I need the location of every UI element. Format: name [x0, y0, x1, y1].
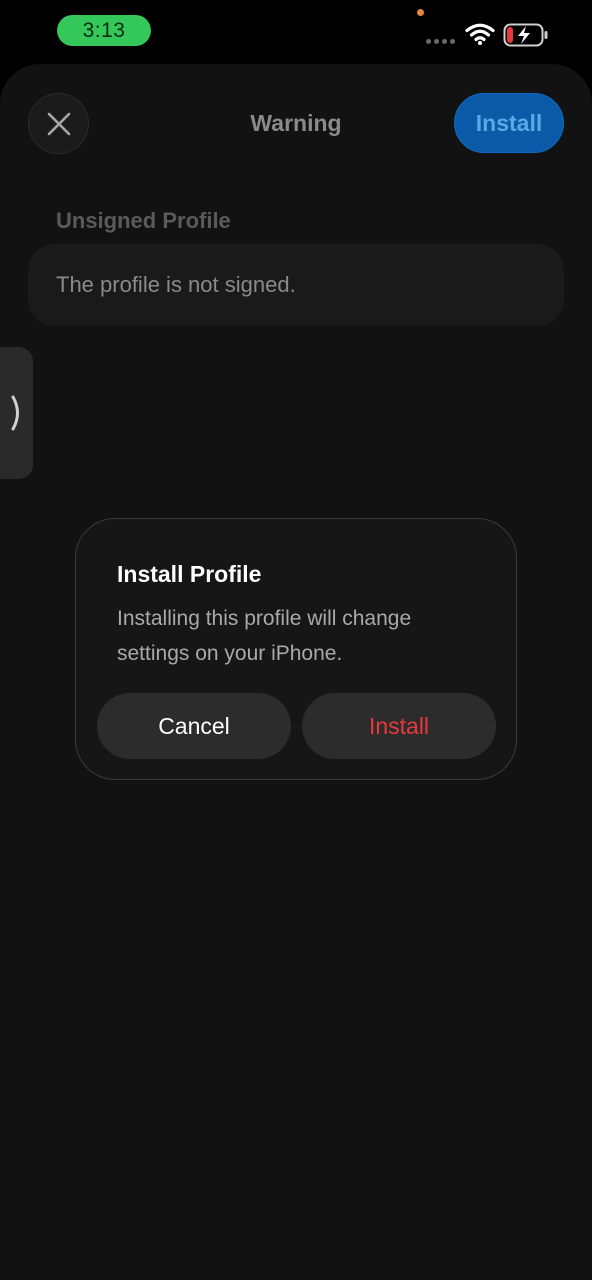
section-header: Unsigned Profile: [56, 208, 231, 233]
signal-dots-icon: [426, 39, 455, 44]
unsigned-profile-card: The profile is not signed.: [28, 244, 564, 326]
install-profile-alert: Install Profile Installing this profile …: [75, 518, 517, 780]
install-confirm-button[interactable]: Install: [302, 693, 496, 759]
status-bar: 3:13: [0, 0, 592, 62]
privacy-indicator-dot: [417, 9, 424, 16]
battery-charging-icon: [503, 23, 548, 47]
wifi-icon: [465, 23, 495, 45]
alert-message: Installing this profile will change sett…: [117, 607, 412, 665]
chevron-right-icon: [11, 395, 19, 431]
install-button[interactable]: Install: [454, 93, 564, 153]
profile-message: The profile is not signed.: [56, 272, 296, 297]
status-time[interactable]: 3:13: [57, 15, 151, 46]
cancel-button[interactable]: Cancel: [97, 693, 291, 759]
alert-title: Install Profile: [117, 561, 262, 587]
screen: 3:13 Warning Install Unsigned Profile Th…: [0, 0, 592, 1280]
side-tab-handle[interactable]: [0, 347, 33, 479]
